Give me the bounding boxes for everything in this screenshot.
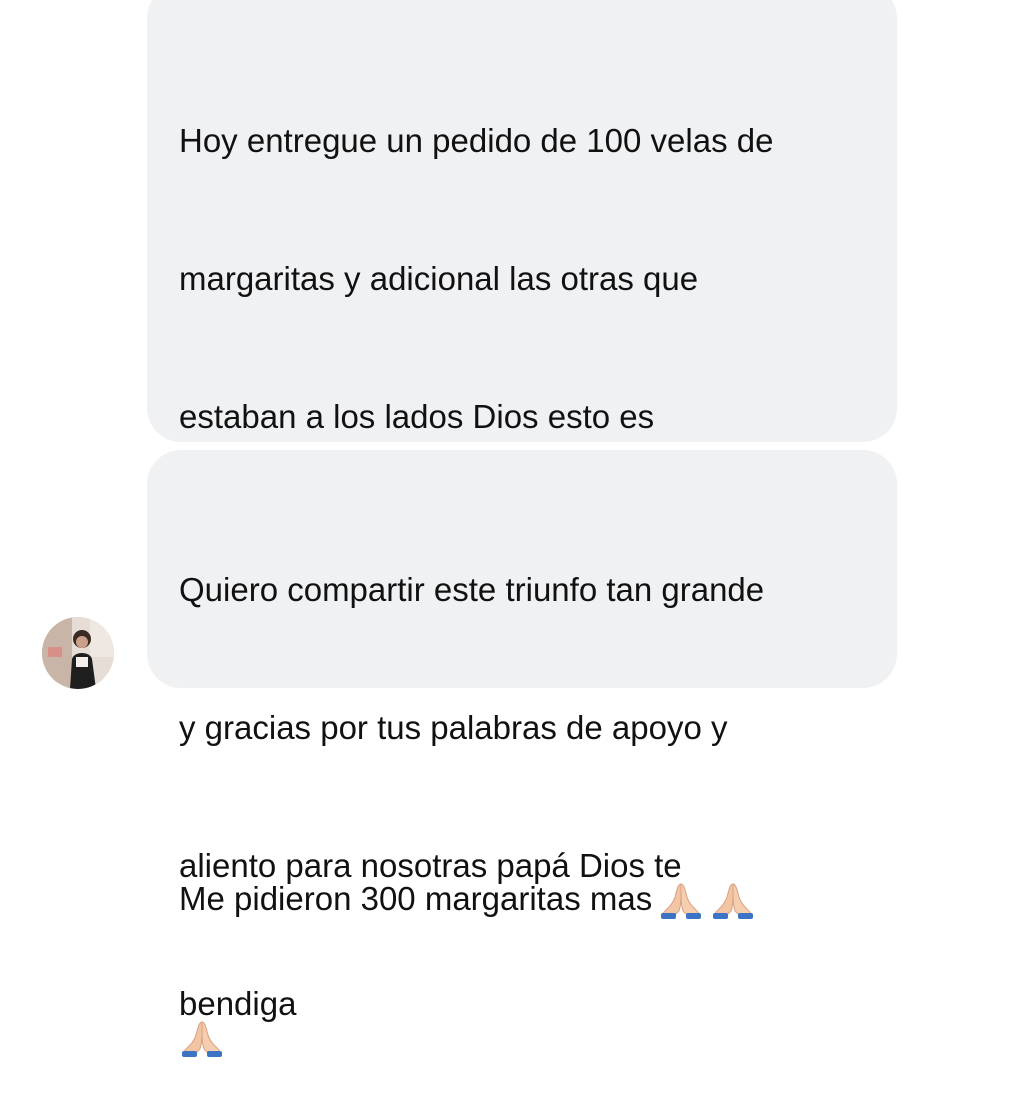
- message-1-line-2: margaritas y adicional las otras que: [179, 260, 699, 297]
- message-bubble-1[interactable]: Hoy entregue un pedido de 100 velas de m…: [147, 0, 897, 1057]
- message-1-line-1: Hoy entregue un pedido de 100 velas de: [179, 122, 774, 159]
- message-2-line-3: aliento para nosotras papá Dios te: [179, 847, 682, 884]
- message-1-line-3: estaban a los lados Dios esto es: [179, 398, 655, 435]
- sender-avatar[interactable]: [42, 617, 114, 689]
- message-2-line-1: Quiero compartir este triunfo tan grande: [179, 571, 765, 608]
- message-bubble-2[interactable]: Quiero compartir este triunfo tan grande…: [147, 450, 897, 1022]
- message-2-line-4: bendiga: [179, 985, 297, 1022]
- profile-photo-icon: [42, 617, 114, 689]
- message-2-line-2: y gracias por tus palabras de apoyo y: [179, 709, 728, 746]
